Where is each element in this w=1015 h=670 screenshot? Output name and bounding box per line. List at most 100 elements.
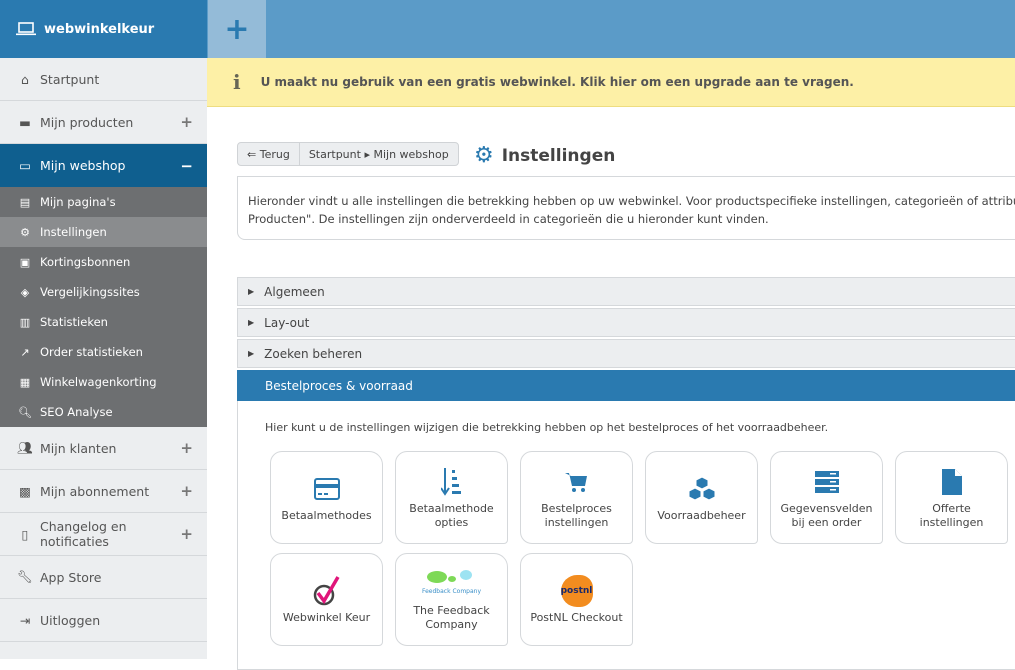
search-icon: 🔍︎ xyxy=(18,405,32,419)
sub-order-statistieken[interactable]: ↗ Order statistieken xyxy=(0,337,207,367)
nav-mijn-klanten[interactable]: 👥︎ Mijn klanten + xyxy=(0,427,207,470)
sub-seo-analyse[interactable]: 🔍︎ SEO Analyse xyxy=(0,397,207,427)
shopping-cart-icon xyxy=(564,466,589,498)
accordion-label: Zoeken beheren xyxy=(264,346,363,361)
nav-mijn-producten[interactable]: ▬ Mijn producten + xyxy=(0,101,207,144)
breadcrumb-path: Startpunt ▸ Mijn webshop xyxy=(308,147,449,161)
sort-icon xyxy=(440,466,463,498)
nav-label: Mijn abonnement xyxy=(40,483,150,499)
nav-label: Uitloggen xyxy=(40,612,101,628)
nav-changelog[interactable]: ▯ Changelog en notificaties + xyxy=(0,513,207,556)
expand-icon[interactable]: + xyxy=(180,482,193,500)
nav-label: Mijn klanten xyxy=(40,440,117,456)
webshop-submenu: ▤ Mijn pagina's ⚙ Instellingen ▣ Kortingsbo… xyxy=(0,187,207,427)
top-bar: + xyxy=(207,0,1015,58)
sub-kortingsbonnen[interactable]: ▣ Kortingsbonnen xyxy=(0,247,207,277)
expand-icon[interactable]: + xyxy=(180,525,193,543)
feedback-logo-text: Feedback Company xyxy=(421,587,482,595)
accordion-algemeen[interactable]: ▶ Algemeen xyxy=(237,277,1015,306)
server-icon xyxy=(814,466,839,498)
nav-app-store[interactable]: 🔧︎ App Store xyxy=(0,556,207,599)
postnl-logo: postnl xyxy=(560,574,593,607)
upgrade-banner[interactable]: i U maakt nu gebruik van een gratis webw… xyxy=(207,58,1015,107)
tile-bestelproces-instellingen[interactable]: Bestelproces instellingen xyxy=(520,451,633,544)
sidebar: webwinkelkeur ⌂ Startpunt ▬ Mijn producten… xyxy=(0,0,207,659)
sub-label: Winkelwagenkorting xyxy=(40,375,157,389)
sub-vergelijkingssites[interactable]: ◈ Vergelijkingssites xyxy=(0,277,207,307)
description-line: Producten". De instellingen zijn onderve… xyxy=(248,212,769,226)
expand-icon[interactable]: + xyxy=(180,113,193,131)
accordion-zoeken-beheren[interactable]: ▶ Zoeken beheren xyxy=(237,339,1015,368)
tile-label: The Feedback Company xyxy=(413,603,490,631)
back-button[interactable]: ⇐ Terug xyxy=(238,143,300,165)
tile-betaalmethodes[interactable]: Betaalmethodes xyxy=(270,451,383,544)
banner-text: U maakt nu gebruik van een gratis webwin… xyxy=(260,75,854,89)
laptop-icon xyxy=(16,22,36,36)
brand[interactable]: webwinkelkeur xyxy=(0,0,207,58)
credit-card-icon xyxy=(313,473,340,505)
tile-webwinkel-keur[interactable]: Webwinkel Keur xyxy=(270,553,383,646)
crumb-mijn-webshop[interactable]: Mijn webshop xyxy=(373,148,448,161)
users-icon: 👥︎ xyxy=(17,440,33,455)
laptop-icon: ▭ xyxy=(19,158,31,173)
sign-out-icon: ⇥ xyxy=(19,612,31,628)
feedback-company-logo: Feedback Company xyxy=(422,568,481,600)
sub-mijn-paginas[interactable]: ▤ Mijn pagina's xyxy=(0,187,207,217)
nav-mijn-webshop[interactable]: ▭ Mijn webshop − xyxy=(0,144,207,187)
cubes-icon: ◈ xyxy=(20,285,30,299)
tile-label: Voorraadbeheer xyxy=(657,508,746,522)
page-icon: ▤ xyxy=(19,195,31,209)
sub-label: Vergelijkingssites xyxy=(40,285,140,299)
expand-icon[interactable]: + xyxy=(180,439,193,457)
tile-betaalmethode-opties[interactable]: Betaalmethode opties xyxy=(395,451,508,544)
crumb-startpunt[interactable]: Startpunt xyxy=(309,148,361,161)
cubes-icon xyxy=(687,473,717,505)
tile-label: PostNL Checkout xyxy=(530,610,623,624)
webwinkelkeur-logo xyxy=(312,575,342,607)
postnl-logo-text: postnl xyxy=(560,574,593,607)
nav-label: Changelog en notificaties xyxy=(40,519,127,549)
sub-label: Mijn pagina's xyxy=(40,195,116,209)
sub-label: SEO Analyse xyxy=(40,405,113,419)
tile-feedback-company[interactable]: Feedback Company The Feedback Company xyxy=(395,553,508,646)
nav-startpunt[interactable]: ⌂ Startpunt xyxy=(0,58,207,101)
breadcrumb: ⇐ Terug Startpunt ▸ Mijn webshop xyxy=(237,142,459,166)
sub-statistieken[interactable]: ▥ Statistieken xyxy=(0,307,207,337)
sub-winkelwagenkorting[interactable]: ▦ Winkelwagenkorting xyxy=(0,367,207,397)
tile-label: Gegevensvelden bij een order xyxy=(780,501,873,529)
accordion-label: Bestelproces & voorraad xyxy=(265,378,413,393)
tile-offerte-instellingen[interactable]: Offerte instellingen xyxy=(895,451,1008,544)
sub-instellingen[interactable]: ⚙ Instellingen xyxy=(0,217,207,247)
panel-text: Hier kunt u de instellingen wijzigen die… xyxy=(265,421,829,434)
add-button[interactable]: + xyxy=(208,0,266,58)
sub-label: Order statistieken xyxy=(40,345,143,359)
archive-icon: ▬ xyxy=(19,114,31,130)
accordion-bestelproces[interactable]: Bestelproces & voorraad xyxy=(237,370,1015,401)
file-icon: ▯ xyxy=(21,526,29,542)
tile-gegevensvelden[interactable]: Gegevensvelden bij een order xyxy=(770,451,883,544)
sub-label: Kortingsbonnen xyxy=(40,255,131,269)
nav-label: App Store xyxy=(40,569,102,585)
nav-label: Mijn webshop xyxy=(40,158,126,173)
nav-uitloggen[interactable]: ⇥ Uitloggen xyxy=(0,599,207,642)
line-chart-icon: ↗ xyxy=(20,345,30,359)
accordion-lay-out[interactable]: ▶ Lay-out xyxy=(237,308,1015,337)
tile-label: Webwinkel Keur xyxy=(282,610,371,624)
gear-icon: ⚙ xyxy=(474,143,494,168)
tile-voorraadbeheer[interactable]: Voorraadbeheer xyxy=(645,451,758,544)
tile-label: Offerte instellingen xyxy=(919,501,984,529)
calculator-icon: ▦ xyxy=(19,375,31,389)
brand-name: webwinkelkeur xyxy=(44,21,155,37)
tile-postnl-checkout[interactable]: postnl PostNL Checkout xyxy=(520,553,633,646)
caret-right-icon: ▶ xyxy=(248,349,255,358)
info-icon: i xyxy=(233,70,241,94)
gift-icon: ▣ xyxy=(19,255,31,269)
nav-label: Startpunt xyxy=(40,71,100,87)
collapse-icon[interactable]: − xyxy=(180,157,193,175)
caret-right-icon: ▶ xyxy=(248,318,255,327)
nav-mijn-abonnement[interactable]: ▩ Mijn abonnement + xyxy=(0,470,207,513)
file-icon xyxy=(941,466,962,498)
page-title: ⚙ Instellingen xyxy=(474,143,615,168)
tile-label: Betaalmethodes xyxy=(281,508,372,522)
tile-label: Bestelproces instellingen xyxy=(541,501,612,529)
